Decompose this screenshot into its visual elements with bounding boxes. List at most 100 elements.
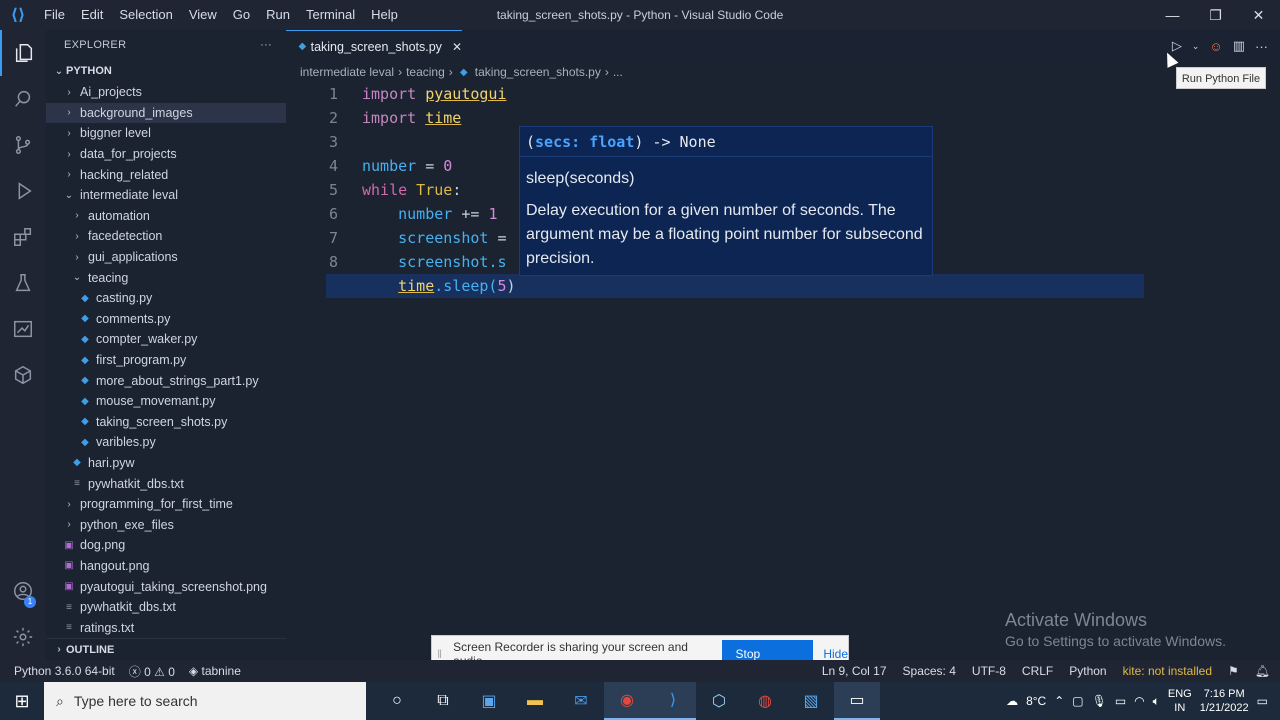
folder-item[interactable]: › python_exe_files xyxy=(46,514,286,535)
file-item[interactable]: ◆ taking_screen_shots.py xyxy=(46,412,286,433)
file-item[interactable]: ▣ hangout.png xyxy=(46,556,286,577)
python-file-icon: ◆ xyxy=(81,292,89,304)
menu-file[interactable]: File xyxy=(36,0,73,30)
run-dropdown-chevron-icon[interactable]: ⌄ xyxy=(1192,41,1200,52)
menu-help[interactable]: Help xyxy=(363,0,406,30)
file-item[interactable]: ≡ pywhatkit_dbs.txt xyxy=(46,597,286,618)
clock[interactable]: 7:16 PM 1/21/2022 xyxy=(1200,687,1249,715)
editor-more-icon[interactable]: ··· xyxy=(1255,39,1268,54)
menu-terminal[interactable]: Terminal xyxy=(298,0,363,30)
file-item[interactable]: ▣ pyautogui_taking_screenshot.png xyxy=(46,576,286,597)
folder-item[interactable]: › background_images xyxy=(46,102,286,124)
file-item[interactable]: ◆ compter_waker.py xyxy=(46,329,286,350)
split-editor-icon[interactable]: ▥ xyxy=(1233,38,1245,54)
tab-taking-screen-shots[interactable]: ◆ taking_screen_shots.py ✕ xyxy=(286,30,462,62)
photos-icon[interactable]: ▧ xyxy=(788,682,834,720)
file-item[interactable]: ◆ hari.pyw xyxy=(46,453,286,474)
outline-section[interactable]: › OUTLINE xyxy=(46,638,286,660)
folder-item[interactable]: › facedetection xyxy=(46,226,286,247)
mail-icon[interactable]: ✉ xyxy=(558,682,604,720)
language-mode[interactable]: Python xyxy=(1069,664,1106,678)
docker-icon[interactable] xyxy=(0,352,46,398)
tabnine-status[interactable]: ◈ tabnine xyxy=(189,664,241,678)
testing-icon[interactable] xyxy=(0,260,46,306)
line-ending[interactable]: CRLF xyxy=(1022,664,1053,678)
extension-face-icon[interactable]: ☺ xyxy=(1209,39,1222,54)
tray-chevron-icon[interactable]: ⌃ xyxy=(1054,694,1064,708)
minimize-icon[interactable]: — xyxy=(1151,0,1194,30)
close-icon[interactable]: ✕ xyxy=(1237,0,1280,30)
indentation[interactable]: Spaces: 4 xyxy=(903,664,956,678)
problems-indicator[interactable]: ⓧ 0 ⚠ 0 xyxy=(129,663,175,680)
weather-temp[interactable]: 8°C xyxy=(1026,694,1046,708)
file-item[interactable]: ◆ comments.py xyxy=(46,309,286,330)
file-item[interactable]: ◆ casting.py xyxy=(46,288,286,309)
microphone-icon[interactable]: 🎙︎ xyxy=(1092,694,1107,708)
breadcrumb-symbol[interactable]: ... xyxy=(613,65,623,79)
extensions-icon[interactable] xyxy=(0,214,46,260)
weather-cloud-icon[interactable]: ☁ xyxy=(1006,694,1018,708)
explorer-icon[interactable] xyxy=(0,30,46,76)
encoding[interactable]: UTF-8 xyxy=(972,664,1006,678)
breadcrumb-subfolder[interactable]: teacing xyxy=(406,65,445,79)
accounts-icon[interactable]: 1 xyxy=(0,568,46,614)
search-icon[interactable] xyxy=(0,76,46,122)
volume-icon[interactable]: 🔈︎ xyxy=(1153,694,1160,709)
notification-center-icon[interactable]: ▭ xyxy=(1257,694,1268,708)
folder-item[interactable]: ⌄ intermediate leval xyxy=(46,185,286,206)
folder-item[interactable]: › programming_for_first_time xyxy=(46,494,286,515)
source-control-icon[interactable] xyxy=(0,122,46,168)
feedback-icon[interactable]: ⚑ xyxy=(1228,664,1239,678)
language-indicator[interactable]: ENG IN xyxy=(1168,687,1192,715)
breadcrumb-file[interactable]: taking_screen_shots.py xyxy=(475,65,601,79)
file-item[interactable]: ≡ pywhatkit_dbs.txt xyxy=(46,473,286,494)
virtualbox-icon[interactable]: ⬡ xyxy=(696,682,742,720)
vscode-taskbar-icon[interactable]: ⟩ xyxy=(650,682,696,720)
tray-app-icon[interactable]: ▢ xyxy=(1072,694,1083,708)
folder-item[interactable]: › hacking_related xyxy=(46,164,286,185)
workspace-section[interactable]: ⌄ PYTHON xyxy=(46,60,286,82)
network-icon[interactable]: ▭ xyxy=(1115,694,1126,708)
close-tab-icon[interactable]: ✕ xyxy=(452,40,462,54)
folder-item[interactable]: › Ai_projects xyxy=(46,82,286,103)
wifi-icon[interactable]: ◠ xyxy=(1134,694,1144,708)
file-item[interactable]: ▣ dog.png xyxy=(46,535,286,556)
file-item[interactable]: ◆ mouse_movemant.py xyxy=(46,391,286,412)
chevron-down-icon: ⌄ xyxy=(72,272,82,284)
file-explorer-icon[interactable]: ▬ xyxy=(512,682,558,720)
menu-run[interactable]: Run xyxy=(258,0,298,30)
remote-explorer-icon[interactable] xyxy=(0,306,46,352)
folder-item[interactable]: › gui_applications xyxy=(46,247,286,268)
task-view-icon[interactable]: ⧉ xyxy=(420,682,466,720)
chrome-icon[interactable]: ◉ xyxy=(604,682,650,720)
hide-button[interactable]: Hide xyxy=(823,647,848,661)
python-interpreter[interactable]: Python 3.6.0 64-bit xyxy=(14,664,115,678)
camera-app-icon[interactable]: ▭ xyxy=(834,682,880,720)
file-item[interactable]: ◆ varibles.py xyxy=(46,432,286,453)
run-debug-icon[interactable] xyxy=(0,168,46,214)
menu-view[interactable]: View xyxy=(181,0,225,30)
taskbar-search[interactable]: ⌕ Type here to search xyxy=(44,682,366,720)
file-item[interactable]: ◆ first_program.py xyxy=(46,350,286,371)
folder-item[interactable]: › data_for_projects xyxy=(46,144,286,165)
menu-edit[interactable]: Edit xyxy=(73,0,111,30)
notifications-bell-icon[interactable]: 🔔︎ xyxy=(1255,664,1270,678)
folder-item[interactable]: ⌄ teacing xyxy=(46,267,286,288)
menu-selection[interactable]: Selection xyxy=(111,0,180,30)
folder-item[interactable]: › automation xyxy=(46,206,286,227)
cortana-icon[interactable]: ○ xyxy=(374,682,420,720)
settings-gear-icon[interactable] xyxy=(0,614,46,660)
more-actions-icon[interactable]: ··· xyxy=(260,39,272,51)
breadcrumb-folder[interactable]: intermediate leval xyxy=(300,65,394,79)
drag-handle-icon[interactable]: ‖ xyxy=(432,647,447,661)
kite-status[interactable]: kite: not installed xyxy=(1123,664,1212,678)
windows-start-icon[interactable]: ⊞ xyxy=(0,682,44,720)
cursor-position[interactable]: Ln 9, Col 17 xyxy=(822,664,887,678)
file-item[interactable]: ≡ ratings.txt xyxy=(46,617,286,638)
restore-icon[interactable]: ❐ xyxy=(1194,0,1237,30)
folder-item[interactable]: › biggner level xyxy=(46,123,286,144)
menu-go[interactable]: Go xyxy=(225,0,258,30)
store-icon[interactable]: ▣ xyxy=(466,682,512,720)
recorder-app-icon[interactable]: ◍ xyxy=(742,682,788,720)
file-item[interactable]: ◆ more_about_strings_part1.py xyxy=(46,370,286,391)
